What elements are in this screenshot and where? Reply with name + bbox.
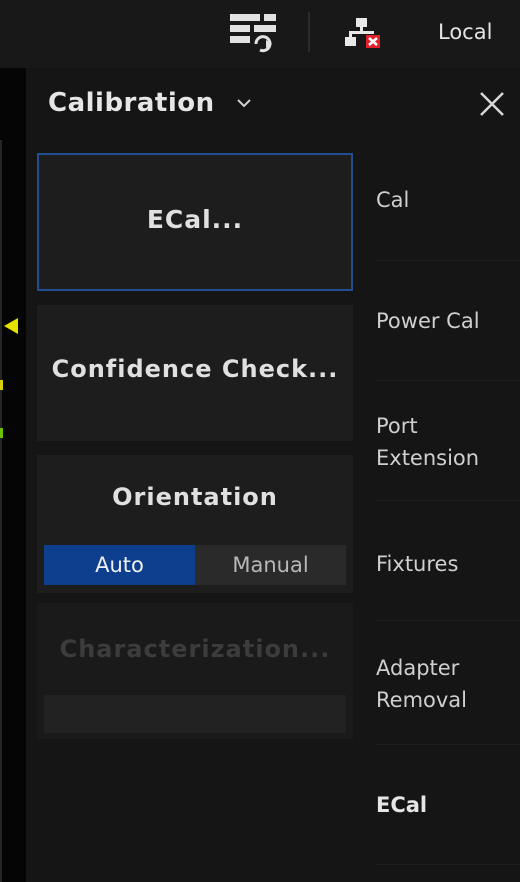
nav-divider xyxy=(376,620,520,621)
nav-divider xyxy=(376,744,520,745)
characterization-group: Characterization... xyxy=(37,603,353,739)
nav-item-ecal[interactable]: ECal xyxy=(376,789,520,821)
characterization-label: Characterization... xyxy=(59,635,331,663)
lan-disconnected-icon[interactable] xyxy=(344,16,382,54)
local-remote-status[interactable]: Local xyxy=(438,20,492,44)
display-layout-icon[interactable] xyxy=(228,10,284,58)
chevron-down-icon xyxy=(236,85,252,115)
trace-line xyxy=(0,140,2,882)
nav-item-label-line2: Extension xyxy=(376,446,480,470)
trace-display-edge xyxy=(0,68,26,882)
trace-tick xyxy=(0,380,3,390)
nav-item-label: Port xyxy=(376,414,418,438)
nav-item-label: Cal xyxy=(376,188,410,212)
orientation-manual-option[interactable]: Manual xyxy=(195,545,346,585)
calibration-dropdown[interactable]: Calibration xyxy=(48,88,252,119)
trace-tick xyxy=(0,428,3,438)
nav-item-cal[interactable]: Cal xyxy=(376,184,520,216)
nav-item-label: Adapter xyxy=(376,656,460,680)
orientation-label: Orientation xyxy=(112,483,278,511)
confidence-check-label: Confidence Check... xyxy=(51,355,339,383)
orientation-group: Orientation Auto Manual xyxy=(37,455,353,593)
confidence-check-button[interactable]: Confidence Check... xyxy=(37,305,353,441)
nav-divider xyxy=(376,500,520,501)
characterization-field xyxy=(44,695,346,733)
nav-item-power-cal[interactable]: Power Cal xyxy=(376,305,520,337)
orientation-toggle: Auto Manual xyxy=(44,545,346,585)
nav-item-label: ECal xyxy=(376,793,428,817)
top-toolbar: Local xyxy=(0,0,520,68)
nav-divider xyxy=(376,260,520,261)
nav-divider xyxy=(376,380,520,381)
reference-marker-icon xyxy=(4,318,18,334)
ecal-button[interactable]: ECal... xyxy=(37,153,353,291)
orientation-auto-option[interactable]: Auto xyxy=(44,545,195,585)
nav-item-adapter-removal[interactable]: Adapter Removal xyxy=(376,652,520,716)
nav-item-fixtures[interactable]: Fixtures xyxy=(376,548,520,580)
nav-divider xyxy=(376,864,520,865)
close-icon[interactable] xyxy=(478,90,506,122)
nav-item-label: Power Cal xyxy=(376,309,480,333)
nav-item-port-extension[interactable]: Port Extension xyxy=(376,410,520,474)
toolbar-separator xyxy=(308,12,310,52)
nav-item-label: Fixtures xyxy=(376,552,459,576)
panel-title: Calibration xyxy=(48,88,215,118)
nav-item-label-line2: Removal xyxy=(376,688,468,712)
ecal-button-label: ECal... xyxy=(146,205,244,234)
calibration-panel: Calibration ECal... Confidence Check... … xyxy=(26,68,520,882)
